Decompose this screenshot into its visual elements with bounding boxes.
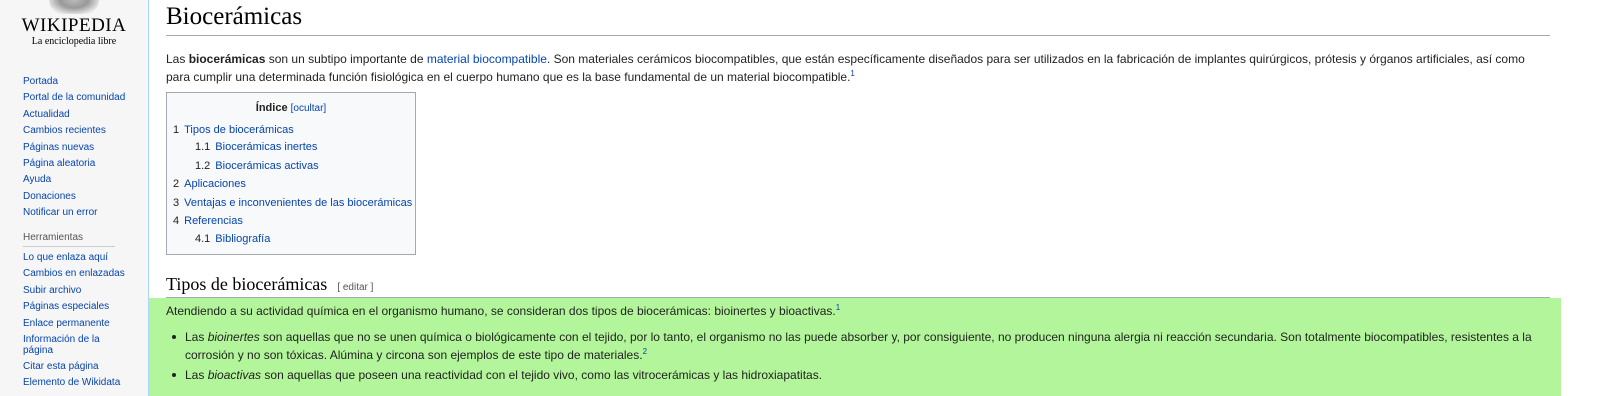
toc-number: 4.1 xyxy=(195,233,211,245)
tools-item-subir-archivo[interactable]: Subir archivo xyxy=(23,283,125,299)
edit-section-link[interactable]: [ editar ] xyxy=(337,282,373,293)
section-paragraph-text: Atendiendo a su actividad química en el … xyxy=(166,304,836,318)
list-item-term: bioinertes xyxy=(207,330,260,344)
toc-item-3[interactable]: 3 Ventajas e inconvenientes de las biocer… xyxy=(173,196,412,210)
intro-text-2: son un subtipo importante de xyxy=(265,52,427,66)
sidebar-item-pagina-aleatoria[interactable]: Página aleatoria xyxy=(23,156,125,172)
toc-number: 2 xyxy=(173,178,180,190)
toc-link[interactable]: Tipos de biocerámicas xyxy=(184,124,294,136)
sidebar-item-actualidad[interactable]: Actualidad xyxy=(23,107,125,123)
toc-link[interactable]: Aplicaciones xyxy=(184,178,246,190)
logo-tagline: La enciclopedia libre xyxy=(31,36,117,47)
toc-toggle-link[interactable]: [ocultar] xyxy=(291,103,327,114)
toc-header: Índice [ocultar] xyxy=(167,101,415,116)
list-item-text: son aquellas que poseen una reactividad … xyxy=(261,368,823,382)
list-item-text: Las xyxy=(185,330,208,344)
intro-text-1: Las xyxy=(166,52,189,66)
tools-item-cambios-enlazadas[interactable]: Cambios en enlazadas xyxy=(23,266,125,282)
list-item-text: Las xyxy=(185,368,208,382)
toc-number: 1.1 xyxy=(195,141,211,153)
toc-title: Índice xyxy=(255,102,288,114)
list-item-term: bioactivas xyxy=(207,368,262,382)
intro-paragraph: Las biocerámicas son un subtipo importan… xyxy=(166,50,1551,86)
sidebar-item-paginas-nuevas[interactable]: Páginas nuevas xyxy=(23,140,125,156)
link-material[interactable]: material xyxy=(427,52,470,66)
list-item-text: son aquellas que no se unen química o bi… xyxy=(185,330,1532,362)
sidebar-item-ayuda[interactable]: Ayuda xyxy=(23,172,125,188)
sidebar: WIKIPEDIA La enciclopedia libre Portada … xyxy=(0,0,150,396)
toc-number: 3 xyxy=(173,197,180,209)
toc-item-1-2[interactable]: 1.2 Biocerámicas activas xyxy=(195,159,319,173)
link-biocompatible[interactable]: biocompatible xyxy=(473,52,547,66)
toc-item-4-1[interactable]: 4.1 Bibliografía xyxy=(195,232,270,246)
nav-main: Portada Portal de la comunidad Actualida… xyxy=(23,74,125,222)
wikipedia-logo[interactable]: WIKIPEDIA La enciclopedia libre xyxy=(18,0,130,55)
tools-item-lo-que-enlaza[interactable]: Lo que enlaza aquí xyxy=(23,250,125,266)
intro-bold-term: biocerámicas xyxy=(188,52,266,66)
toc-number: 4 xyxy=(173,215,180,227)
section-heading: Tipos de biocerámicas [ editar ] xyxy=(166,274,1550,298)
list-item: Las bioinertes son aquellas que no se un… xyxy=(166,328,1541,364)
reference-link[interactable]: 1 xyxy=(850,69,854,78)
toc-link[interactable]: Biocerámicas activas xyxy=(215,160,318,172)
tools-item-wikidata[interactable]: Elemento de Wikidata xyxy=(23,375,125,391)
reference-link[interactable]: 2 xyxy=(643,347,647,356)
toc-link[interactable]: Biocerámicas inertes xyxy=(215,141,317,153)
tools-item-paginas-especiales[interactable]: Páginas especiales xyxy=(23,299,125,315)
tools-item-citar-pagina[interactable]: Citar esta página xyxy=(23,359,125,375)
toc-item-1-1[interactable]: 1.1 Biocerámicas inertes xyxy=(195,140,317,154)
section-paragraph: Atendiendo a su actividad química en el … xyxy=(166,303,840,319)
page-title: Biocerámicas xyxy=(166,3,1550,36)
article-content: Biocerámicas Las biocerámicas son un sub… xyxy=(148,0,1600,396)
sidebar-item-notificar-error[interactable]: Notificar un error xyxy=(23,205,125,221)
toc-link[interactable]: Ventajas e inconvenientes de las biocerá… xyxy=(184,197,412,209)
table-of-contents: Índice [ocultar] 1 Tipos de biocerámicas … xyxy=(166,92,416,255)
sidebar-item-portada[interactable]: Portada xyxy=(23,74,125,90)
toc-link[interactable]: Bibliografía xyxy=(215,233,270,245)
sidebar-item-cambios-recientes[interactable]: Cambios recientes xyxy=(23,123,125,139)
tools-heading: Herramientas xyxy=(23,232,115,247)
tools-item-enlace-permanente[interactable]: Enlace permanente xyxy=(23,316,125,332)
sidebar-item-portal-comunidad[interactable]: Portal de la comunidad xyxy=(23,90,125,106)
puzzle-globe-icon xyxy=(49,0,99,14)
reference-link[interactable]: 1 xyxy=(836,303,840,312)
logo-wordmark: WIKIPEDIA xyxy=(21,15,127,36)
toc-item-2[interactable]: 2 Aplicaciones xyxy=(173,177,246,191)
toc-link[interactable]: Referencias xyxy=(184,215,243,227)
section-bullet-list: Las bioinertes son aquellas que no se un… xyxy=(166,328,1541,386)
toc-number: 1.2 xyxy=(195,160,211,172)
toc-number: 1 xyxy=(173,124,180,136)
toc-item-4[interactable]: 4 Referencias xyxy=(173,214,243,228)
sidebar-item-donaciones[interactable]: Donaciones xyxy=(23,189,125,205)
toc-item-1[interactable]: 1 Tipos de biocerámicas xyxy=(173,123,294,137)
list-item: Las bioactivas son aquellas que poseen u… xyxy=(166,366,1541,384)
nav-tools: Lo que enlaza aquí Cambios en enlazadas … xyxy=(23,250,125,392)
section-title: Tipos de biocerámicas xyxy=(166,274,328,294)
tools-item-informacion-pagina[interactable]: Información de la página xyxy=(23,334,118,356)
